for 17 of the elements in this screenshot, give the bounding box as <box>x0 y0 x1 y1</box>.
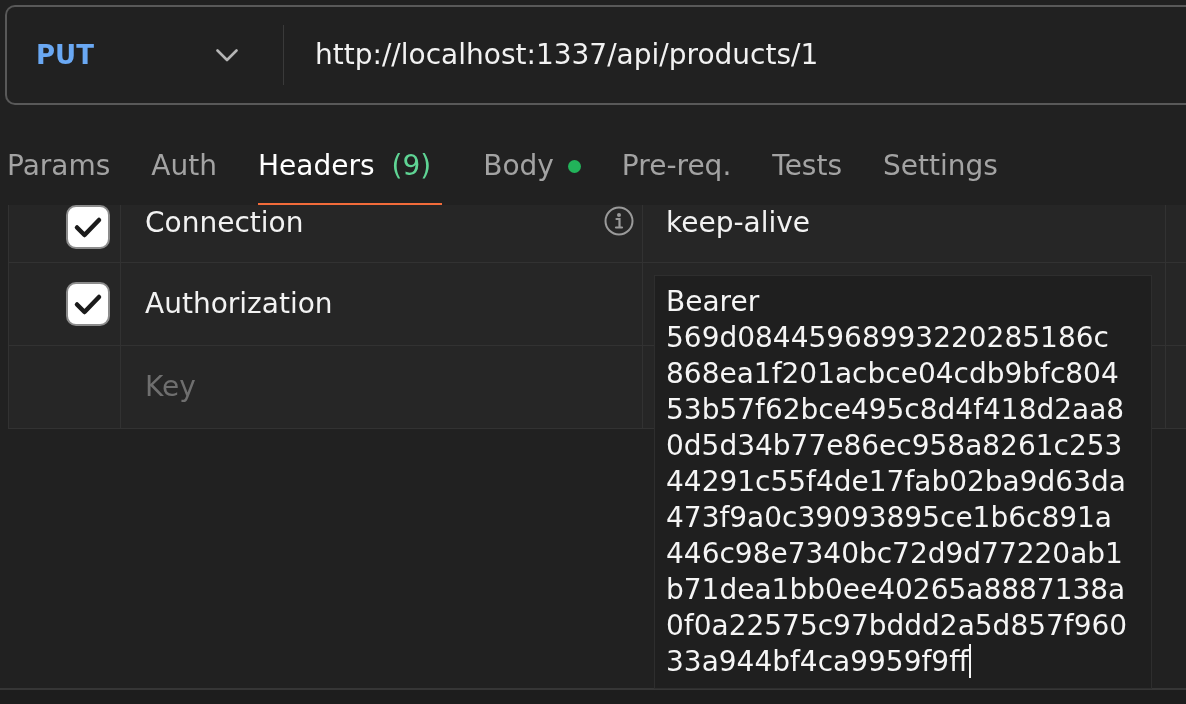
key-field[interactable]: Key <box>145 369 634 405</box>
text-cursor-icon <box>969 644 972 678</box>
chevron-down-icon <box>216 48 238 62</box>
tab[interactable]: Pre-req. <box>621 148 732 205</box>
tab[interactable]: Auth <box>151 148 217 205</box>
tab[interactable]: Params <box>7 148 111 205</box>
value-editor[interactable]: Bearer 569d08445968993220285186c 868ea1f201acbce04cdb9bfc804 53b57f62bce495c8d4f418d2aa8 0d5d34b77e86ec958a8261c253 44291c55f4de17fab02ba9d63da 473f9a0c39093895ce1b6c891a 446c98e7340bc72d9d77220ab1 b71dea1bb0ee40265a8887138a 0f0a22575c97bddd2a5d857f960 33a944bf4ca9959f9ff <box>654 275 1152 689</box>
checkbox[interactable] <box>66 282 110 326</box>
header-value: keep-alive <box>666 205 811 241</box>
tab[interactable]: Settings <box>883 148 998 205</box>
header-key: Connection <box>145 205 304 241</box>
tab[interactable]: Body <box>483 148 581 205</box>
tab[interactable]: Tests <box>772 148 842 205</box>
method-dropdown[interactable]: PUT <box>5 5 283 105</box>
header-key: Authorization <box>145 286 333 322</box>
checkbox[interactable] <box>66 205 110 249</box>
url-field[interactable]: http://localhost:1337/api/products/1 <box>283 5 1186 105</box>
